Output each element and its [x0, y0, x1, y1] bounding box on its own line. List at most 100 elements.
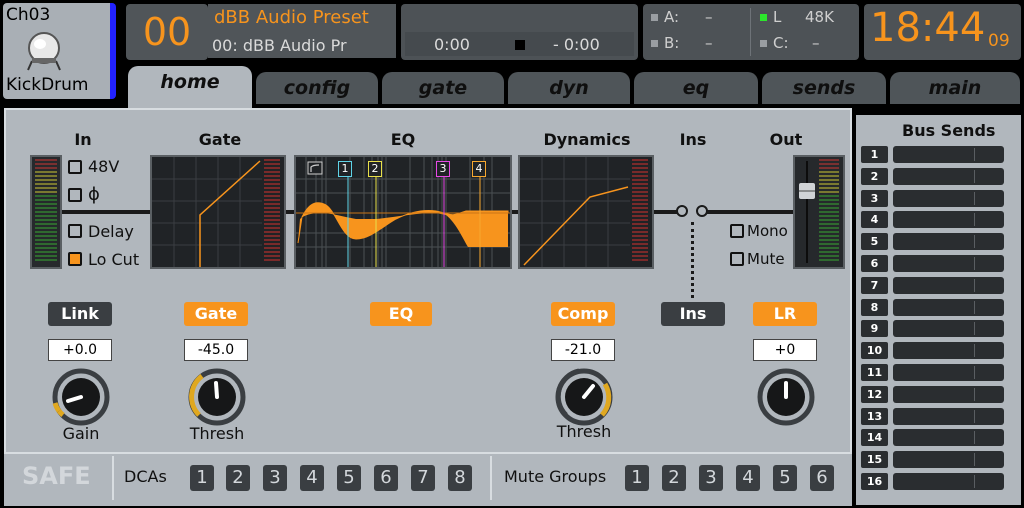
bus-send-unity-mark	[974, 213, 975, 227]
dca-button-1[interactable]: 1	[190, 465, 214, 491]
tab-eq[interactable]: eq	[634, 72, 758, 104]
mute-group-button-5[interactable]: 5	[773, 465, 797, 491]
insert-send-jack-icon	[676, 205, 688, 217]
eq-band-1[interactable]: 1	[338, 161, 352, 177]
status-led-l	[760, 14, 767, 21]
comp-button[interactable]: Comp	[551, 302, 615, 326]
tab-main[interactable]: main	[890, 72, 1020, 104]
dca-button-5[interactable]: 5	[337, 465, 361, 491]
bus-send-number: 5	[861, 233, 888, 251]
phantom-power-checkbox[interactable]	[68, 160, 82, 174]
delay-checkbox[interactable]	[68, 224, 82, 238]
mono-checkbox[interactable]	[730, 224, 744, 238]
bus-send-level-bar[interactable]	[893, 385, 1004, 403]
dca-button-6[interactable]: 6	[374, 465, 398, 491]
phase-invert-label: ϕ	[88, 184, 100, 205]
tab-config[interactable]: config	[256, 72, 378, 104]
bus-send-unity-mark	[974, 366, 975, 379]
section-in: In	[74, 130, 92, 149]
gain-knob[interactable]	[52, 368, 110, 426]
gain-label: Gain	[62, 424, 100, 443]
bus-send-unity-mark	[974, 191, 975, 205]
delay-label: Delay	[88, 222, 134, 241]
stop-icon[interactable]	[515, 40, 525, 50]
bus-send-level-bar[interactable]	[893, 211, 1004, 229]
scene-title: dBB Audio Preset	[214, 7, 369, 28]
scene-number[interactable]: 00	[126, 4, 208, 60]
bus-send-number: 4	[861, 211, 888, 229]
tab-sends[interactable]: sends	[762, 72, 886, 104]
bus-send-number: 8	[861, 298, 888, 316]
dca-button-4[interactable]: 4	[300, 465, 324, 491]
dca-button-8[interactable]: 8	[448, 465, 472, 491]
bus-send-unity-mark	[974, 431, 975, 445]
phase-invert-checkbox[interactable]	[68, 188, 82, 202]
io-c-value: –	[812, 34, 820, 52]
bus-send-number: 1	[861, 146, 888, 163]
section-dynamics: Dynamics	[543, 130, 631, 149]
input-meter	[30, 155, 62, 269]
tab-gate[interactable]: gate	[382, 72, 504, 104]
section-ins: Ins	[679, 130, 707, 149]
gate-threshold-knob[interactable]	[188, 368, 246, 426]
eq-band-4[interactable]: 4	[472, 161, 486, 177]
bus-send-unity-mark	[974, 257, 975, 270]
bus-send-unity-mark	[974, 148, 975, 161]
dca-button-3[interactable]: 3	[263, 465, 287, 491]
ins-button[interactable]: Ins	[661, 302, 725, 326]
gate-button[interactable]: Gate	[184, 302, 248, 326]
bus-send-level-bar[interactable]	[893, 320, 1004, 338]
tab-dyn[interactable]: dyn	[508, 72, 630, 104]
bus-send-level-bar[interactable]	[893, 451, 1004, 469]
mute-groups-label: Mute Groups	[504, 467, 607, 486]
bus-send-number: 11	[861, 364, 888, 381]
comp-threshold-knob[interactable]	[555, 368, 613, 426]
eq-band-3[interactable]: 3	[436, 161, 450, 177]
mute-group-button-2[interactable]: 2	[662, 465, 686, 491]
lr-level-value[interactable]: +0	[753, 339, 817, 361]
lo-cut-checkbox[interactable]	[68, 252, 82, 266]
bus-send-level-bar[interactable]	[893, 255, 1004, 272]
gain-value[interactable]: +0.0	[48, 339, 112, 361]
scene-subtitle: 00: dBB Audio Pr	[212, 36, 347, 55]
bus-send-level-bar[interactable]	[893, 146, 1004, 163]
bus-send-level-bar[interactable]	[893, 298, 1004, 316]
output-fader[interactable]	[793, 155, 845, 269]
bus-send-level-bar[interactable]	[893, 276, 1004, 294]
mute-checkbox[interactable]	[730, 252, 744, 266]
gate-threshold-value[interactable]: -45.0	[184, 339, 248, 361]
clock-time: 18:44	[870, 5, 986, 51]
link-button[interactable]: Link	[48, 302, 112, 326]
dynamics-graph[interactable]	[518, 155, 654, 269]
bus-send-unity-mark	[974, 409, 975, 423]
mute-group-button-1[interactable]: 1	[625, 465, 649, 491]
eq-band-2[interactable]: 2	[368, 161, 382, 177]
mute-label: Mute	[747, 250, 785, 268]
lr-level-knob[interactable]	[757, 368, 815, 426]
mute-group-button-3[interactable]: 3	[699, 465, 723, 491]
comp-threshold-value[interactable]: -21.0	[551, 339, 615, 361]
bus-send-level-bar[interactable]	[893, 429, 1004, 447]
bus-send-level-bar[interactable]	[893, 189, 1004, 207]
safe-button[interactable]: SAFE	[22, 462, 91, 490]
bus-send-level-bar[interactable]	[893, 342, 1004, 360]
dca-button-2[interactable]: 2	[226, 465, 250, 491]
mute-group-button-4[interactable]: 4	[736, 465, 760, 491]
bus-send-level-bar[interactable]	[893, 364, 1004, 381]
eq-button[interactable]: EQ	[370, 302, 432, 326]
gate-graph[interactable]	[150, 155, 286, 269]
channel-name: KickDrum	[6, 75, 89, 95]
bus-send-level-bar[interactable]	[893, 407, 1004, 425]
bus-send-unity-mark	[974, 235, 975, 249]
lr-button[interactable]: LR	[753, 302, 817, 326]
bus-send-level-bar[interactable]	[893, 233, 1004, 251]
bus-send-level-bar[interactable]	[893, 473, 1004, 490]
bus-send-number: 16	[861, 473, 888, 490]
mute-group-button-6[interactable]: 6	[810, 465, 834, 491]
sample-rate: 48K	[805, 8, 834, 26]
dca-button-7[interactable]: 7	[411, 465, 435, 491]
bus-send-number: 3	[861, 189, 888, 207]
bus-send-unity-mark	[974, 278, 975, 292]
tab-home[interactable]: home	[128, 66, 252, 110]
bus-send-level-bar[interactable]	[893, 167, 1004, 185]
